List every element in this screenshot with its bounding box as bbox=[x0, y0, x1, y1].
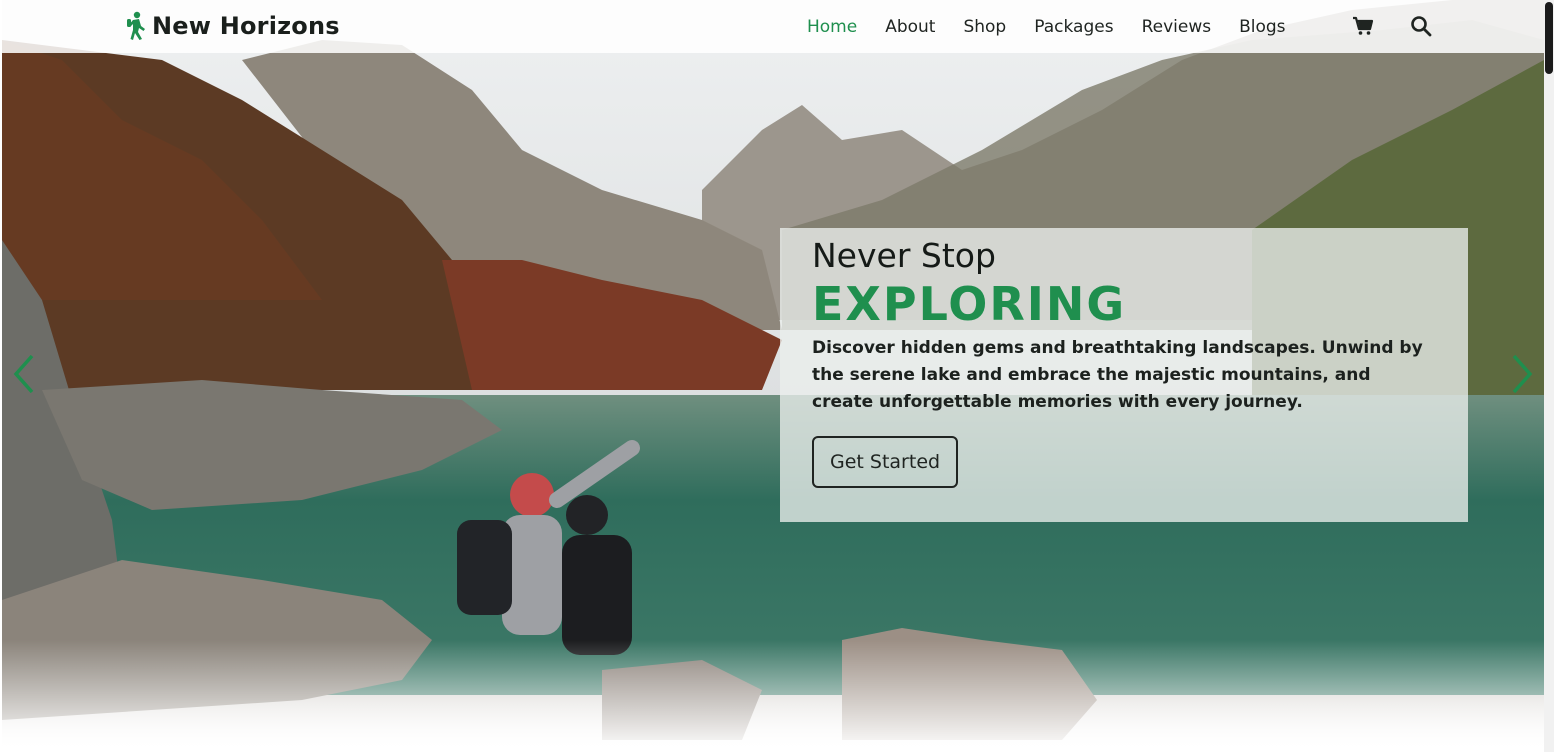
hero-title: EXPLORING bbox=[812, 277, 1127, 331]
hiker-icon bbox=[127, 11, 145, 40]
nav-link-blogs[interactable]: Blogs bbox=[1239, 17, 1285, 37]
chevron-right-icon[interactable] bbox=[1508, 352, 1536, 396]
scrollbar[interactable] bbox=[1544, 0, 1554, 752]
brand-logo[interactable]: New Horizons bbox=[124, 10, 340, 42]
hero-caption: Never Stop EXPLORING Discover hidden gem… bbox=[780, 228, 1468, 522]
nav-link-home[interactable]: Home bbox=[807, 17, 857, 37]
nav-link-reviews[interactable]: Reviews bbox=[1142, 17, 1212, 37]
search-icon[interactable] bbox=[1409, 14, 1433, 38]
hero-subtitle: Never Stop bbox=[812, 236, 996, 275]
nav-link-packages[interactable]: Packages bbox=[1034, 17, 1113, 37]
cart-icon[interactable] bbox=[1351, 14, 1375, 38]
top-navbar: New Horizons Home About Shop Packages Re… bbox=[2, 0, 1544, 53]
scrollbar-thumb[interactable] bbox=[1545, 2, 1553, 74]
get-started-button[interactable]: Get Started bbox=[812, 436, 959, 488]
nav-link-shop[interactable]: Shop bbox=[963, 17, 1006, 37]
brand-name: New Horizons bbox=[152, 12, 340, 40]
chevron-left-icon[interactable] bbox=[10, 352, 38, 396]
nav-link-about[interactable]: About bbox=[885, 17, 935, 37]
nav-links: Home About Shop Packages Reviews Blogs bbox=[807, 0, 1314, 53]
hero-description: Discover hidden gems and breathtaking la… bbox=[812, 338, 1423, 412]
